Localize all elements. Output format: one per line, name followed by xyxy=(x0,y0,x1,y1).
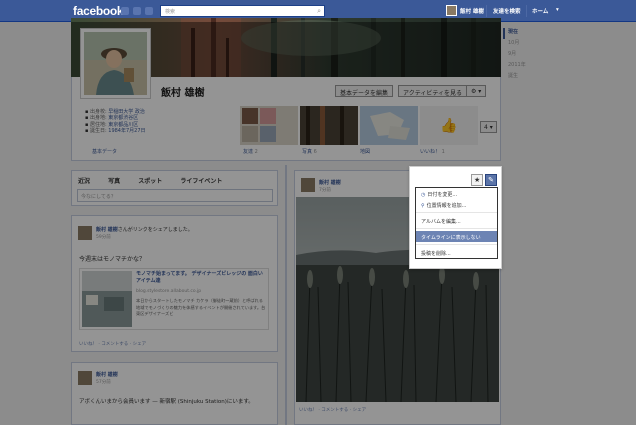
menu-item-delete-post[interactable]: 投稿を削除... xyxy=(416,247,497,258)
overlay-dim xyxy=(0,269,636,425)
pencil-icon[interactable]: ✎ xyxy=(485,174,497,186)
star-icon[interactable]: ★ xyxy=(471,174,484,186)
notifications-icon[interactable] xyxy=(145,7,153,15)
search-placeholder: 検索 xyxy=(165,9,176,15)
search-input[interactable]: 検索 ⌕ xyxy=(160,5,325,17)
clock-icon: ◷ xyxy=(421,192,426,198)
overlay-dim xyxy=(0,22,636,166)
topbar-divider xyxy=(486,5,487,17)
menu-item-hide-from-timeline[interactable]: タイムラインに表示しない xyxy=(416,231,497,242)
post-options-menu: ◷ 日付を変更... ⚲ 位置情報を追加... アルバムを編集... タイムラインに… xyxy=(415,187,498,259)
find-friends-link[interactable]: 友達を検索 xyxy=(493,7,521,15)
topbar-divider xyxy=(526,5,527,17)
location-pin-icon: ⚲ xyxy=(421,203,425,209)
menu-item-edit-album[interactable]: アルバムを編集... xyxy=(416,215,497,226)
menu-divider xyxy=(416,228,497,229)
friend-requests-icon[interactable] xyxy=(121,7,129,15)
topbar-profile-link[interactable]: 飯村 雄樹 xyxy=(460,7,484,15)
topbar-avatar[interactable] xyxy=(446,5,457,16)
post-corner-controls: ★ ✎ xyxy=(471,174,497,186)
overlay-dim xyxy=(0,166,409,269)
account-menu-arrow[interactable]: ▾ xyxy=(556,7,559,13)
menu-item-add-location[interactable]: ⚲ 位置情報を追加... xyxy=(416,199,497,210)
facebook-logo[interactable]: facebook xyxy=(73,4,124,18)
menu-item-change-date[interactable]: ◷ 日付を変更... xyxy=(416,188,497,199)
menu-divider xyxy=(416,212,497,213)
search-icon[interactable]: ⌕ xyxy=(317,7,321,16)
menu-divider xyxy=(416,244,497,245)
messages-icon[interactable] xyxy=(133,7,141,15)
overlay-dim xyxy=(502,166,636,269)
post-options-popup: ★ ✎ ◷ 日付を変更... ⚲ 位置情報を追加... アルバムを編集... タイム… xyxy=(409,166,502,269)
home-link[interactable]: ホーム xyxy=(532,7,548,15)
